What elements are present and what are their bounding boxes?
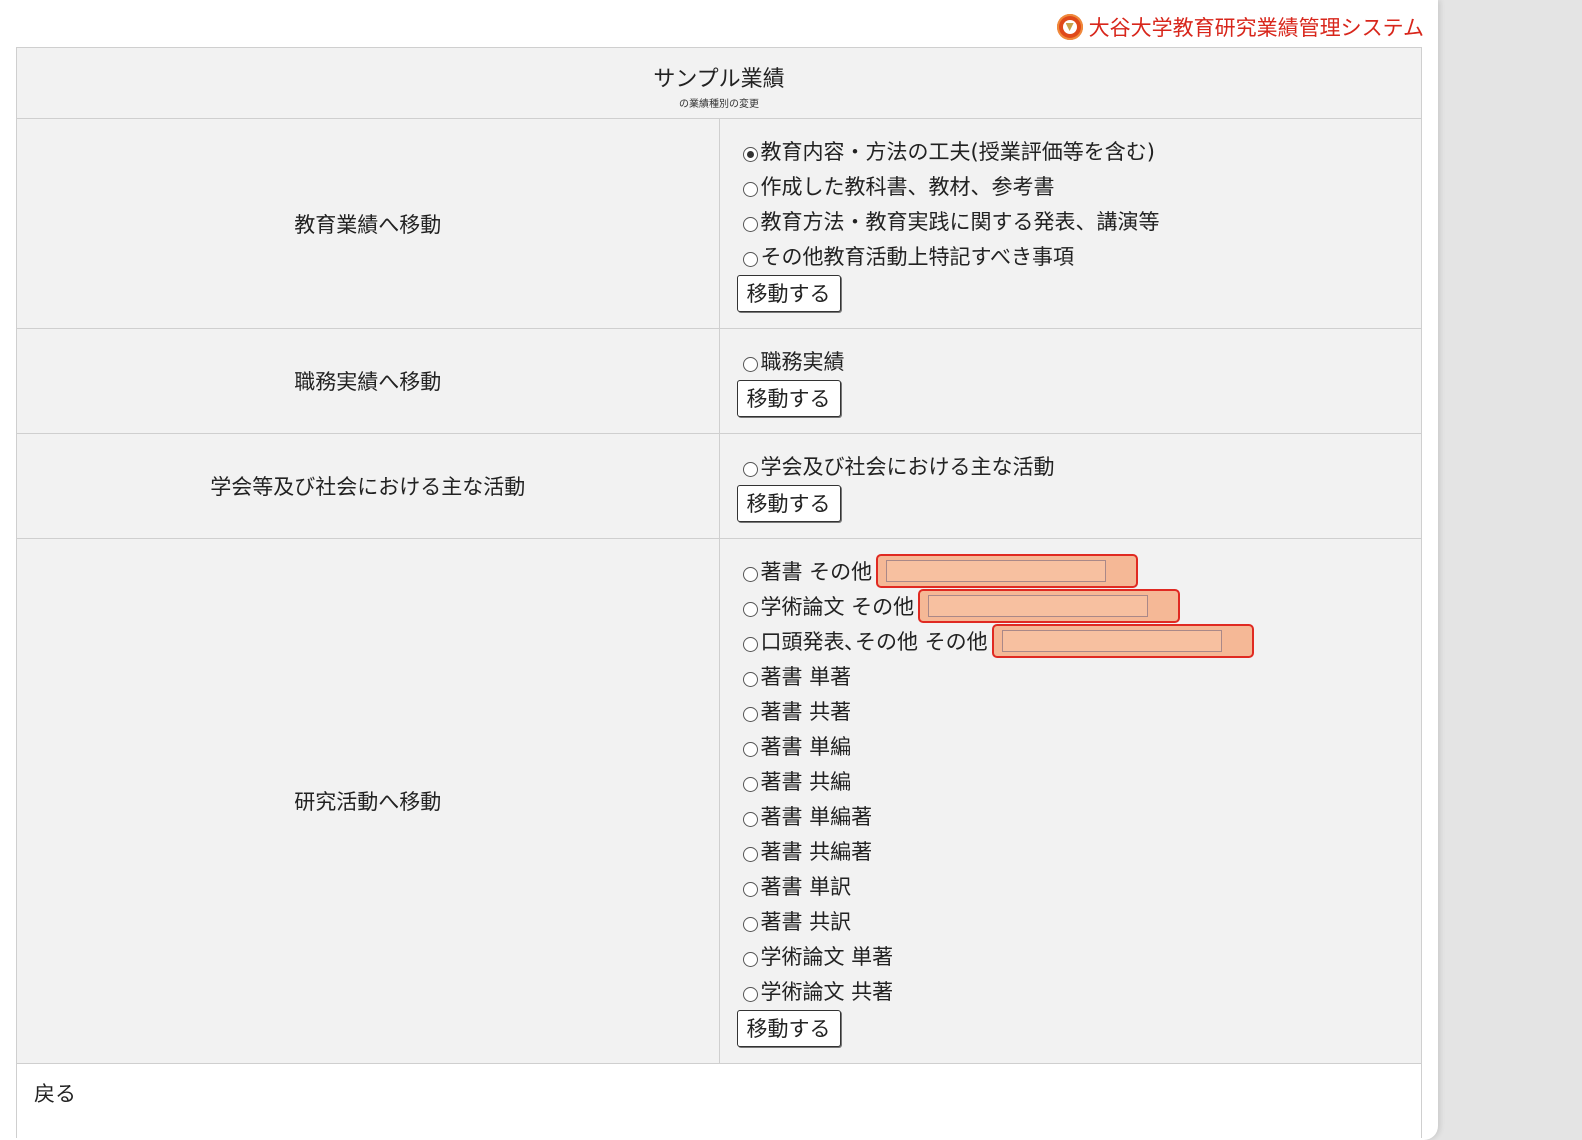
section-options: 著書 その他 学術論文 その他 口頭発表､その他 その他 著書 単著 著書 共著… [718, 538, 1422, 1064]
redacted-field [918, 588, 1181, 623]
radio-button[interactable] [742, 777, 758, 792]
section-label: 研究活動へ移動 [16, 538, 720, 1064]
section-label: 学会等及び社会における主な活動 [16, 433, 720, 539]
form-header: サンプル業績 の業績種別の変更 [16, 47, 1422, 119]
redacted-field [991, 623, 1254, 658]
change-type-form: サンプル業績 の業績種別の変更 教育業績へ移動 教育内容・方法の工夫(授業評価等… [16, 47, 1422, 1138]
radio-label[interactable]: 著書 単訳 [761, 871, 852, 901]
radio-option[interactable]: 著書 共訳 [737, 903, 1422, 938]
radio-label[interactable]: 口頭発表､その他 その他 [761, 626, 988, 656]
section-label: 職務実績へ移動 [16, 328, 720, 434]
radio-button[interactable] [742, 707, 758, 722]
section-options: 教育内容・方法の工夫(授業評価等を含む) 作成した教科書、教材、参考書 教育方法… [718, 118, 1422, 329]
radio-label[interactable]: 著書 共訳 [761, 906, 852, 936]
radio-option[interactable]: 著書 単編著 [737, 798, 1422, 833]
radio-button[interactable] [742, 637, 758, 652]
radio-option[interactable]: 教育内容・方法の工夫(授業評価等を含む) [737, 133, 1422, 168]
section-education: 教育業績へ移動 教育内容・方法の工夫(授業評価等を含む) 作成した教科書、教材、… [16, 118, 1422, 329]
radio-label[interactable]: 著書 単著 [761, 661, 852, 691]
radio-option[interactable]: 職務実績 [737, 343, 1422, 378]
radio-button[interactable] [742, 462, 758, 477]
radio-button[interactable] [742, 742, 758, 757]
radio-label[interactable]: 職務実績 [761, 346, 845, 376]
radio-label[interactable]: 学術論文 単著 [761, 941, 894, 971]
move-button[interactable]: 移動する [736, 275, 841, 312]
radio-option[interactable]: 著書 単訳 [737, 868, 1422, 903]
radio-label[interactable]: 学会及び社会における主な活動 [761, 451, 1055, 481]
radio-label[interactable]: 著書 単編著 [761, 801, 873, 831]
radio-option[interactable]: 著書 共著 [737, 693, 1422, 728]
section-research: 研究活動へ移動 著書 その他 学術論文 その他 口頭発表､その他 その他 著書 … [16, 538, 1422, 1064]
radio-button[interactable] [742, 357, 758, 372]
radio-option[interactable]: 学術論文 単著 [737, 938, 1422, 973]
radio-option[interactable]: 著書 共編著 [737, 833, 1422, 868]
radio-option[interactable]: 教育方法・教育実践に関する発表、講演等 [737, 203, 1422, 238]
radio-button[interactable] [742, 182, 758, 197]
radio-option[interactable]: その他教育活動上特記すべき事項 [737, 238, 1422, 273]
radio-option[interactable]: 著書 その他 [737, 553, 1422, 588]
radio-button[interactable] [742, 567, 758, 582]
section-society: 学会等及び社会における主な活動 学会及び社会における主な活動 移動する [16, 433, 1422, 539]
radio-label[interactable]: 著書 単編 [761, 731, 852, 761]
radio-option[interactable]: 学会及び社会における主な活動 [737, 448, 1422, 483]
radio-label[interactable]: 作成した教科書、教材、参考書 [761, 171, 1055, 201]
radio-option[interactable]: 著書 共編 [737, 763, 1422, 798]
radio-label[interactable]: 著書 共著 [761, 696, 852, 726]
radio-button[interactable] [742, 847, 758, 862]
brand-title: 大谷大学教育研究業績管理システム [1088, 16, 1424, 40]
radio-button[interactable] [742, 987, 758, 1002]
move-button[interactable]: 移動する [736, 380, 841, 417]
radio-label[interactable]: 学術論文 その他 [761, 591, 915, 621]
redacted-field [876, 553, 1139, 588]
radio-label[interactable]: 著書 共編 [761, 766, 852, 796]
radio-label[interactable]: 教育方法・教育実践に関する発表、講演等 [761, 206, 1160, 236]
radio-label[interactable]: その他教育活動上特記すべき事項 [761, 241, 1075, 271]
section-options: 職務実績 移動する [718, 328, 1422, 434]
radio-button[interactable] [742, 917, 758, 932]
back-link[interactable]: 戻る [34, 1082, 76, 1106]
record-subtitle: の業績種別の変更 [679, 98, 759, 110]
main-panel: 大谷大学教育研究業績管理システム サンプル業績 の業績種別の変更 教育業績へ移動… [0, 0, 1438, 1140]
radio-label[interactable]: 著書 その他 [761, 556, 873, 586]
radio-button[interactable] [742, 672, 758, 687]
radio-option[interactable]: 作成した教科書、教材、参考書 [737, 168, 1422, 203]
section-duties: 職務実績へ移動 職務実績 移動する [16, 328, 1422, 434]
footer-row: 戻る [16, 1063, 1422, 1138]
university-logo-icon [1056, 14, 1083, 40]
radio-button[interactable] [742, 217, 758, 232]
radio-option[interactable]: 口頭発表､その他 その他 [737, 623, 1422, 658]
radio-button[interactable] [742, 812, 758, 827]
radio-button[interactable] [742, 602, 758, 617]
radio-button[interactable] [742, 147, 758, 162]
section-label: 教育業績へ移動 [16, 118, 720, 329]
radio-label[interactable]: 著書 共編著 [761, 836, 873, 866]
move-button[interactable]: 移動する [736, 1010, 841, 1047]
radio-button[interactable] [742, 252, 758, 267]
radio-button[interactable] [742, 952, 758, 967]
radio-button[interactable] [742, 882, 758, 897]
radio-option[interactable]: 学術論文 その他 [737, 588, 1422, 623]
section-options: 学会及び社会における主な活動 移動する [718, 433, 1422, 539]
radio-option[interactable]: 著書 単編 [737, 728, 1422, 763]
move-button[interactable]: 移動する [736, 485, 841, 522]
record-title: サンプル業績 [653, 66, 785, 92]
radio-label[interactable]: 教育内容・方法の工夫(授業評価等を含む) [761, 136, 1155, 166]
brand-header[interactable]: 大谷大学教育研究業績管理システム [1056, 12, 1424, 42]
radio-label[interactable]: 学術論文 共著 [761, 976, 894, 1006]
radio-option[interactable]: 著書 単著 [737, 658, 1422, 693]
radio-option[interactable]: 学術論文 共著 [737, 973, 1422, 1008]
